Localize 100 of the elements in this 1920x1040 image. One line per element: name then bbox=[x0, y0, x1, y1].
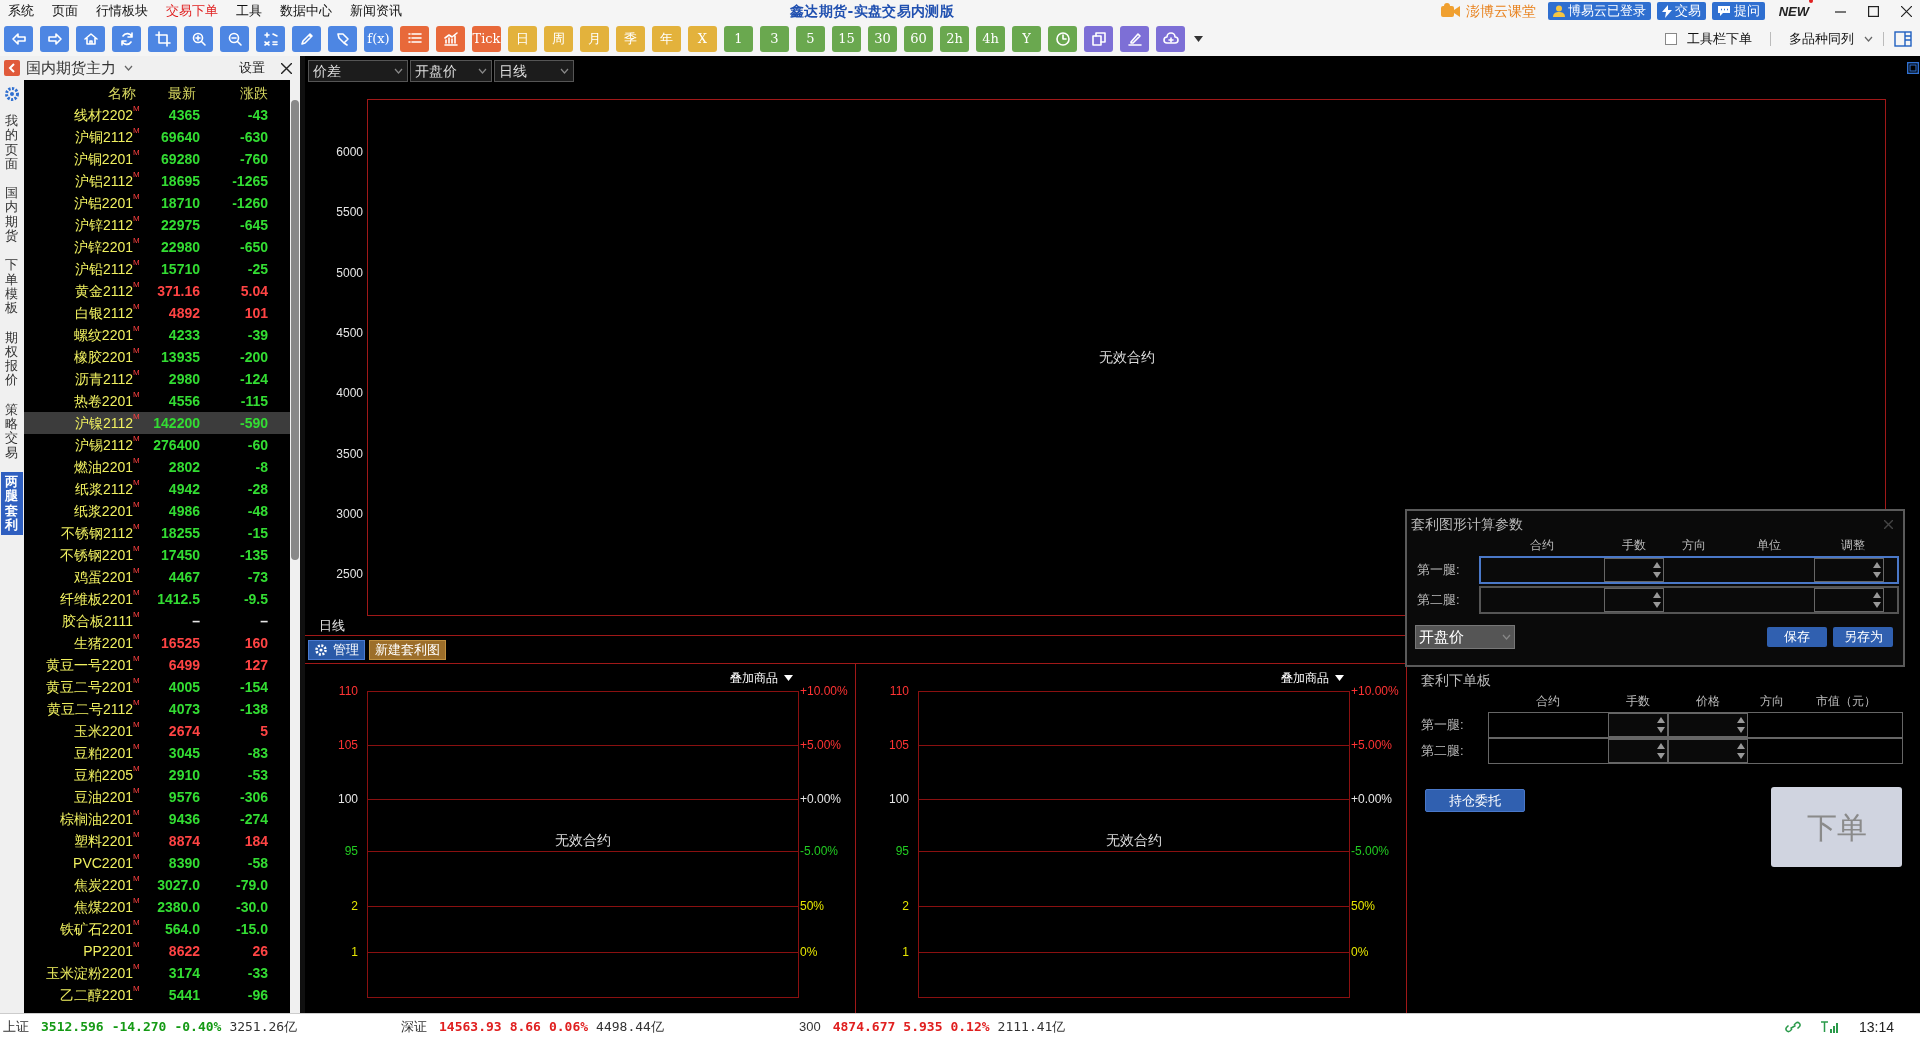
settings-icon[interactable] bbox=[4, 86, 20, 102]
hold-order-button[interactable]: 持仓委托 bbox=[1425, 789, 1525, 812]
contract-name[interactable]: 线材2202 bbox=[73, 104, 133, 126]
number-spinner[interactable] bbox=[1608, 713, 1668, 737]
toolbar-button[interactable] bbox=[1048, 26, 1077, 52]
toolbar-button[interactable] bbox=[184, 26, 213, 52]
dialog-button[interactable]: 另存为 bbox=[1833, 627, 1893, 647]
side-tab[interactable]: 策略交易 bbox=[1, 399, 23, 463]
number-spinner[interactable] bbox=[1668, 713, 1748, 737]
contract-name[interactable]: 沪锡2112 bbox=[74, 434, 133, 456]
contract-name[interactable]: 棕榈油2201 bbox=[59, 808, 133, 830]
contract-name[interactable]: 铁矿石2201 bbox=[59, 918, 133, 940]
login-button[interactable]: 博易云已登录 bbox=[1547, 2, 1651, 20]
contract-name[interactable]: 焦煤2201 bbox=[73, 896, 133, 918]
contract-name[interactable]: 沥青2112 bbox=[74, 368, 133, 390]
checkbox[interactable] bbox=[1665, 33, 1677, 45]
contract-name[interactable]: 纸浆2112 bbox=[74, 478, 133, 500]
contract-name[interactable]: 乙二醇2201 bbox=[59, 984, 133, 1006]
number-spinner[interactable] bbox=[1668, 739, 1748, 763]
toolbar-button[interactable] bbox=[112, 26, 141, 52]
number-spinner[interactable] bbox=[1603, 588, 1664, 612]
menu-item[interactable]: 页面 bbox=[52, 1, 78, 21]
menu-item[interactable]: 行情板块 bbox=[96, 1, 148, 21]
toolbar-button[interactable] bbox=[400, 26, 429, 52]
toolbar-button[interactable] bbox=[40, 26, 69, 52]
contract-name[interactable]: 玉米2201 bbox=[73, 720, 133, 742]
price-dropdown[interactable]: 开盘价 bbox=[1415, 625, 1515, 649]
contract-name[interactable]: 黄豆二号2112 bbox=[46, 698, 133, 720]
contract-name[interactable]: 橡胶2201 bbox=[73, 346, 133, 368]
side-tab[interactable]: 期权报价 bbox=[1, 327, 23, 391]
side-tab[interactable]: 两腿套利 bbox=[1, 471, 23, 536]
number-spinner[interactable] bbox=[1608, 739, 1668, 763]
chart-dropdown[interactable]: 日线 bbox=[494, 60, 574, 82]
menu-item[interactable]: 数据中心 bbox=[280, 1, 332, 21]
layout-panel-icon[interactable] bbox=[1894, 31, 1912, 47]
contract-name[interactable]: 沪镍2112 bbox=[74, 412, 133, 434]
chart-dropdown[interactable]: 开盘价 bbox=[410, 60, 492, 82]
toolbar-button[interactable] bbox=[328, 26, 357, 52]
overlay-dropdown[interactable]: 叠加商品 bbox=[730, 669, 793, 687]
contract-name[interactable]: 沪锌2112 bbox=[74, 214, 133, 236]
contract-name[interactable]: 沪铜2112 bbox=[74, 126, 133, 148]
contract-name[interactable]: 沪铅2112 bbox=[74, 258, 133, 280]
chart-dropdown[interactable]: 价差 bbox=[308, 60, 408, 82]
trade-button[interactable]: 交易 bbox=[1656, 2, 1706, 20]
manage-button[interactable]: 管理 bbox=[308, 639, 365, 660]
overlay-dropdown[interactable]: 叠加商品 bbox=[1281, 669, 1344, 687]
dialog-button[interactable]: 保存 bbox=[1767, 627, 1827, 647]
contract-name[interactable]: 豆油2201 bbox=[73, 786, 133, 808]
side-tab[interactable]: 国内期货 bbox=[1, 183, 23, 247]
market-dropdown[interactable]: 国内期货主力 bbox=[26, 56, 133, 80]
toolbar-button[interactable] bbox=[1156, 26, 1185, 52]
contract-name[interactable]: 白银2112 bbox=[74, 302, 133, 324]
number-spinner[interactable] bbox=[1813, 558, 1884, 582]
contract-name[interactable]: 热卷2201 bbox=[73, 390, 133, 412]
contract-name[interactable]: 不锈钢2112 bbox=[60, 522, 133, 544]
number-spinner[interactable] bbox=[1603, 558, 1664, 582]
layout-dropdown[interactable]: 多品种同列 bbox=[1789, 29, 1873, 49]
contract-name[interactable]: 沪铜2201 bbox=[73, 148, 133, 170]
link-icon[interactable] bbox=[1784, 1020, 1801, 1034]
toolbar-button[interactable] bbox=[292, 26, 321, 52]
menu-item[interactable]: 工具 bbox=[236, 1, 262, 21]
contract-name[interactable]: 沪铝2201 bbox=[73, 192, 133, 214]
toolbar-button[interactable] bbox=[4, 26, 33, 52]
toolbar-button[interactable] bbox=[220, 26, 249, 52]
menu-item[interactable]: 新闻资讯 bbox=[350, 1, 402, 21]
new-chart-button[interactable]: 新建套利图 bbox=[369, 639, 446, 660]
contract-name[interactable]: 燃油2201 bbox=[73, 456, 133, 478]
toolbar-button[interactable] bbox=[256, 26, 285, 52]
number-spinner[interactable] bbox=[1813, 588, 1884, 612]
contract-name[interactable]: 纸浆2201 bbox=[73, 500, 133, 522]
contract-name[interactable]: 黄豆二号2201 bbox=[45, 676, 133, 698]
contract-name[interactable]: 生猪2201 bbox=[73, 632, 133, 654]
contract-name[interactable]: 豆粕2201 bbox=[73, 742, 133, 764]
ask-button[interactable]: 提问 bbox=[1711, 2, 1765, 20]
menu-item[interactable]: 系统 bbox=[8, 1, 34, 21]
settings-link[interactable]: 设置 bbox=[239, 58, 265, 78]
contract-name[interactable]: 胶合板2111 bbox=[61, 610, 133, 632]
contract-name[interactable]: 豆粕2205 bbox=[73, 764, 133, 786]
contract-name[interactable]: 不锈钢2201 bbox=[59, 544, 133, 566]
scrollbar-thumb[interactable] bbox=[291, 100, 299, 560]
contract-name[interactable]: 沪锌2201 bbox=[73, 236, 133, 258]
contract-name[interactable]: 黄金2112 bbox=[74, 280, 133, 302]
toolbar-button[interactable] bbox=[436, 26, 465, 52]
toolbar-button[interactable] bbox=[1084, 26, 1113, 52]
side-tab[interactable]: 我的页面 bbox=[1, 111, 23, 175]
contract-name[interactable]: 沪铝2112 bbox=[74, 170, 133, 192]
contract-name[interactable]: 黄豆一号2201 bbox=[45, 654, 133, 676]
contract-name[interactable]: 玉米淀粉2201 bbox=[45, 962, 133, 984]
side-tab[interactable]: 下单模板 bbox=[1, 255, 23, 319]
contract-name[interactable]: 纤维板2201 bbox=[59, 588, 133, 610]
menu-item[interactable]: 交易下单 bbox=[166, 1, 218, 21]
close-icon[interactable] bbox=[1901, 5, 1912, 17]
maximize-icon[interactable] bbox=[1868, 5, 1879, 17]
input-row[interactable] bbox=[1478, 556, 1899, 584]
toolbar-button[interactable] bbox=[1120, 26, 1149, 52]
panel-toggle-icon[interactable] bbox=[1906, 62, 1919, 74]
contract-name[interactable]: 塑料2201 bbox=[73, 830, 133, 852]
toolbar-button[interactable] bbox=[76, 26, 105, 52]
close-icon[interactable] bbox=[281, 62, 292, 74]
toolbar-button[interactable] bbox=[148, 26, 177, 52]
